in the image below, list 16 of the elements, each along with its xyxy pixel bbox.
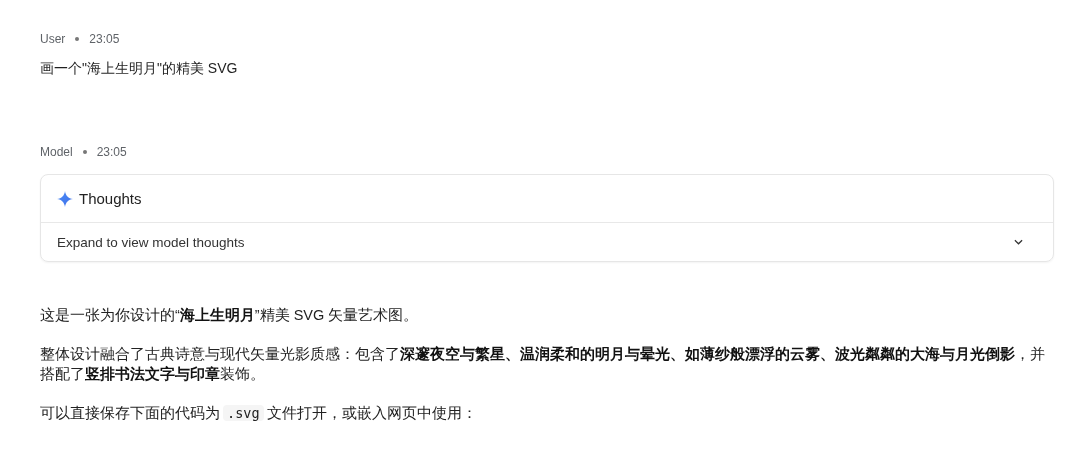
message-time: 23:05 bbox=[96, 145, 127, 159]
paragraph-text: 文件打开，或嵌入网页中使用： bbox=[266, 405, 477, 421]
user-message: 画一个"海上生明月"的精美 SVG bbox=[40, 59, 239, 78]
message-time: 23:05 bbox=[89, 32, 120, 46]
author-name: User bbox=[40, 32, 66, 46]
separator-dot-icon bbox=[82, 150, 87, 154]
sparkle-icon bbox=[57, 190, 73, 207]
expand-toggle[interactable]: Expand to view model thoughts bbox=[41, 223, 1053, 261]
paragraph: 这是一张为你设计的“海上生明月”精美 SVG 矢量艺术图。 bbox=[40, 306, 420, 325]
chevron-icon bbox=[1014, 239, 1023, 245]
paragraph: 整体设计融合了古典诗意与现代矢量光影质感：包含了深邃夜空与繁星、温润柔和的明月与晕光、如薄纱般漂浮的云雾、波光粼粼的大海与月光倒影，并搭配了竖排书法文字与印章装饰。 bbox=[40, 345, 1046, 384]
inline-code: .svg bbox=[223, 405, 264, 421]
thoughts-title: Thoughts bbox=[79, 190, 142, 207]
paragraph-text: 可以直接保存下面的代码为 bbox=[40, 405, 220, 421]
separator-dot-icon bbox=[75, 37, 80, 41]
author-name: Model bbox=[40, 145, 73, 159]
